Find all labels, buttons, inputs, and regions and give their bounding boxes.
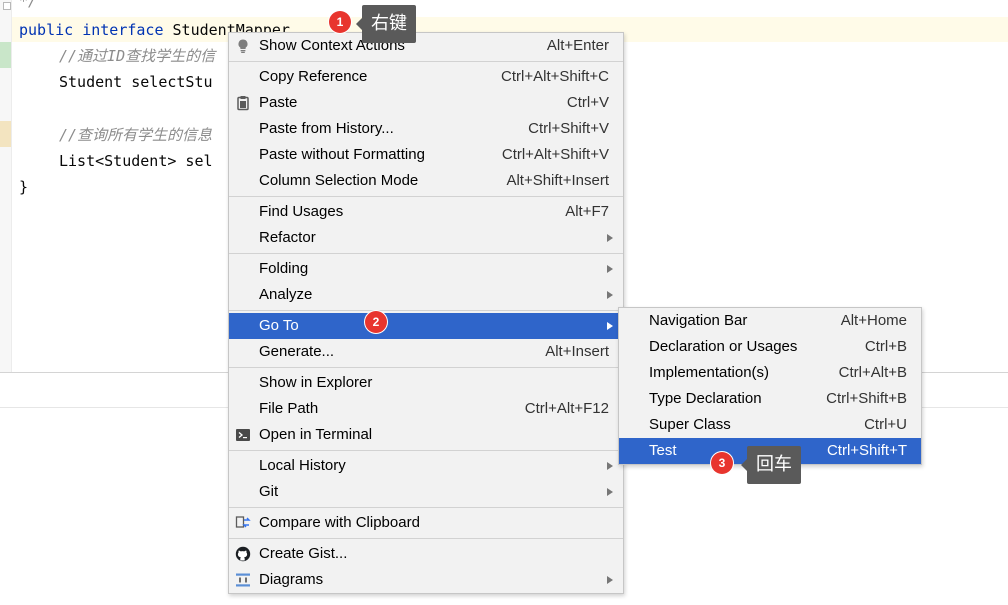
code-line-comment1: //通过ID查找学生的信 bbox=[59, 47, 216, 65]
bulb-icon bbox=[238, 39, 248, 53]
menu-item-file-path[interactable]: File Path Ctrl+Alt+F12 bbox=[229, 396, 623, 422]
submenu-arrow-icon bbox=[607, 291, 613, 299]
menu-item-folding[interactable]: Folding bbox=[229, 256, 623, 282]
step-badge-3: 3 bbox=[711, 452, 733, 474]
compare-icon bbox=[235, 516, 251, 528]
submenu-arrow-icon bbox=[607, 234, 613, 242]
clipboard-icon bbox=[237, 96, 249, 111]
code-line-comment-end: */ bbox=[19, 0, 38, 10]
code-line-select-all: List<Student> sel bbox=[59, 152, 213, 170]
menu-separator bbox=[229, 538, 623, 539]
submenu-item-navigation-bar[interactable]: Navigation Bar Alt+Home bbox=[619, 308, 921, 334]
step-tooltip-enter: 回车 bbox=[741, 446, 801, 484]
menu-item-local-history[interactable]: Local History bbox=[229, 453, 623, 479]
step-tooltip-right-click: 右键 bbox=[356, 5, 416, 43]
menu-item-show-in-explorer[interactable]: Show in Explorer bbox=[229, 370, 623, 396]
submenu-arrow-icon bbox=[607, 322, 613, 330]
keyword-public: public bbox=[19, 21, 74, 39]
menu-separator bbox=[229, 450, 623, 451]
menu-item-analyze[interactable]: Analyze bbox=[229, 282, 623, 308]
menu-separator bbox=[229, 507, 623, 508]
menu-separator bbox=[229, 253, 623, 254]
menu-separator bbox=[229, 196, 623, 197]
submenu-item-implementations[interactable]: Implementation(s) Ctrl+Alt+B bbox=[619, 360, 921, 386]
menu-item-paste[interactable]: Paste Ctrl+V bbox=[229, 90, 623, 116]
submenu-item-declaration-or-usages[interactable]: Declaration or Usages Ctrl+B bbox=[619, 334, 921, 360]
menu-item-paste-from-history[interactable]: Paste from History... Ctrl+Shift+V bbox=[229, 116, 623, 142]
menu-item-create-gist[interactable]: Create Gist... bbox=[229, 541, 623, 567]
terminal-icon bbox=[236, 429, 250, 441]
menu-item-compare-with-clipboard[interactable]: Compare with Clipboard bbox=[229, 510, 623, 536]
submenu-arrow-icon bbox=[607, 265, 613, 273]
submenu-item-type-declaration[interactable]: Type Declaration Ctrl+Shift+B bbox=[619, 386, 921, 412]
vcs-change-marker-modified bbox=[0, 121, 11, 147]
step-badge-1: 1 bbox=[329, 11, 351, 33]
submenu-arrow-icon bbox=[607, 576, 613, 584]
menu-item-diagrams[interactable]: Diagrams bbox=[229, 567, 623, 593]
menu-item-copy-reference[interactable]: Copy Reference Ctrl+Alt+Shift+C bbox=[229, 64, 623, 90]
code-line-closing-brace: } bbox=[19, 178, 29, 196]
menu-separator bbox=[229, 61, 623, 62]
code-line-comment2: //查询所有学生的信息 bbox=[59, 126, 213, 144]
editor-gutter bbox=[0, 0, 12, 372]
menu-item-refactor[interactable]: Refactor bbox=[229, 225, 623, 251]
menu-item-column-selection-mode[interactable]: Column Selection Mode Alt+Shift+Insert bbox=[229, 168, 623, 194]
menu-item-git[interactable]: Git bbox=[229, 479, 623, 505]
diagram-icon bbox=[236, 573, 250, 587]
menu-item-paste-without-formatting[interactable]: Paste without Formatting Ctrl+Alt+Shift+V bbox=[229, 142, 623, 168]
menu-item-open-in-terminal[interactable]: Open in Terminal bbox=[229, 422, 623, 448]
fold-marker-icon[interactable] bbox=[3, 2, 11, 10]
menu-item-go-to[interactable]: Go To bbox=[229, 313, 623, 339]
submenu-arrow-icon bbox=[607, 462, 613, 470]
menu-item-generate[interactable]: Generate... Alt+Insert bbox=[229, 339, 623, 365]
menu-item-find-usages[interactable]: Find Usages Alt+F7 bbox=[229, 199, 623, 225]
menu-separator bbox=[229, 367, 623, 368]
go-to-submenu: Navigation Bar Alt+Home Declaration or Us… bbox=[618, 307, 922, 465]
submenu-arrow-icon bbox=[607, 488, 613, 496]
vcs-change-marker-added bbox=[0, 42, 11, 68]
github-icon bbox=[235, 546, 251, 562]
code-line-select-student: Student selectStu bbox=[59, 73, 213, 91]
step-badge-2: 2 bbox=[365, 311, 387, 333]
menu-separator bbox=[229, 310, 623, 311]
keyword-interface: interface bbox=[82, 21, 164, 39]
context-menu: Show Context Actions Alt+Enter Copy Refer… bbox=[228, 32, 624, 594]
submenu-item-super-class[interactable]: Super Class Ctrl+U bbox=[619, 412, 921, 438]
menu-item-show-context-actions[interactable]: Show Context Actions Alt+Enter bbox=[229, 33, 623, 59]
